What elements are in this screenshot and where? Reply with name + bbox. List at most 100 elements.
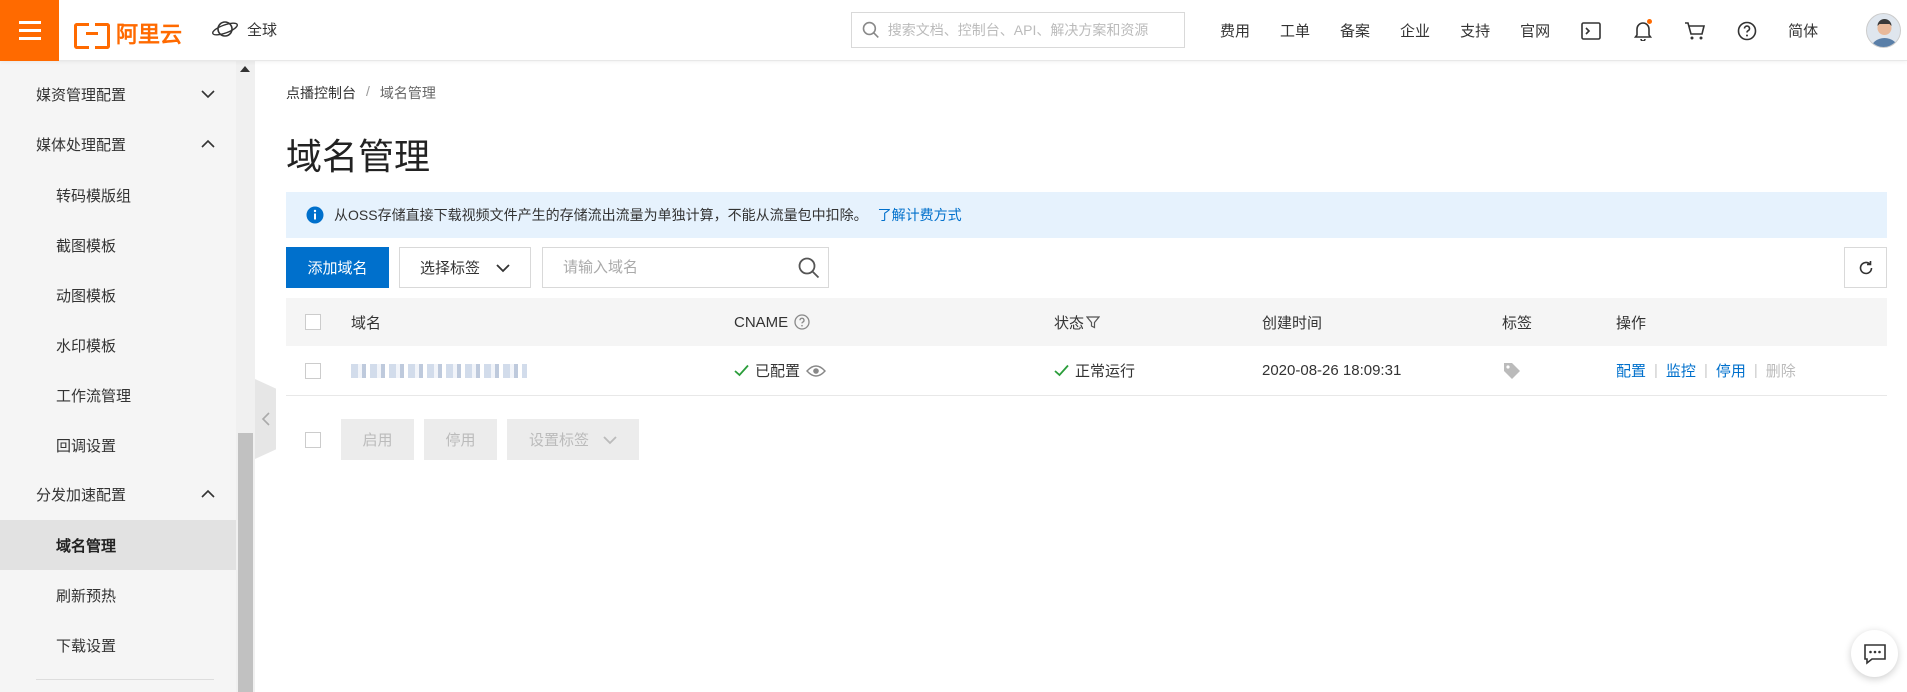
nav-billing[interactable]: 费用 (1205, 20, 1265, 41)
sidebar-group-media-processing[interactable]: 媒体处理配置 (0, 120, 236, 168)
tag-select[interactable]: 选择标签 (399, 247, 531, 288)
tag-select-label: 选择标签 (420, 260, 481, 277)
nav-support[interactable]: 支持 (1445, 20, 1505, 41)
sidebar-group-distribution[interactable]: 分发加速配置 (0, 470, 236, 518)
sidebar-item-gif-templates[interactable]: 动图模板 (0, 270, 236, 320)
monitor-link[interactable]: 监控 (1666, 360, 1696, 381)
globe-icon (212, 21, 238, 37)
disable-link[interactable]: 停用 (1716, 360, 1746, 381)
help-button[interactable] (1721, 0, 1773, 61)
page-title: 域名管理 (286, 136, 431, 177)
col-tag-label: 标签 (1502, 314, 1533, 332)
sidebar-item-callback-settings[interactable]: 回调设置 (0, 420, 236, 470)
sidebar-item-label: 动图模板 (56, 287, 117, 305)
sidebar-item-watermark-templates[interactable]: 水印模板 (0, 320, 236, 370)
cart-button[interactable] (1669, 0, 1721, 61)
language-switcher[interactable]: 简体 (1773, 20, 1833, 41)
batch-set-tag-button[interactable]: 设置标签 (507, 419, 639, 460)
filter-icon[interactable] (1086, 315, 1101, 329)
batch-enable-button[interactable]: 启用 (341, 419, 414, 460)
nav-tickets[interactable]: 工单 (1265, 20, 1325, 41)
domain-search (542, 247, 829, 288)
chevron-left-icon (261, 412, 270, 426)
sidebar-item-workflows[interactable]: 工作流管理 (0, 370, 236, 420)
ops-separator: | (1654, 362, 1658, 379)
batch-disable-button[interactable]: 停用 (424, 419, 497, 460)
select-all-checkbox[interactable] (305, 314, 321, 330)
check-icon (1054, 364, 1069, 377)
aliyun-logo-icon (74, 21, 110, 49)
nav-icp[interactable]: 备案 (1325, 20, 1385, 41)
col-status: 状态 (1054, 298, 1101, 346)
sidebar-item-label: 刷新预热 (56, 587, 117, 605)
ops-separator: | (1753, 362, 1758, 379)
status-cell: 正常运行 (1054, 346, 1135, 395)
blurred-domain-name[interactable] (351, 363, 527, 378)
row-checkbox[interactable] (305, 362, 321, 379)
refresh-icon (1859, 260, 1872, 274)
sidebar-collapse-toggle[interactable] (255, 379, 276, 459)
chat-support-button[interactable] (1851, 630, 1898, 677)
nav-enterprise[interactable]: 企业 (1385, 20, 1445, 41)
chat-icon (1863, 643, 1886, 665)
logo[interactable]: 阿里云 (74, 17, 182, 49)
sidebar-item-download-settings[interactable]: 下载设置 (0, 620, 236, 670)
sidebar-item-label: 水印模板 (56, 337, 117, 355)
sidebar-item-snapshot-templates[interactable]: 截图模板 (0, 220, 236, 270)
nav-official-site[interactable]: 官网 (1505, 20, 1565, 41)
breadcrumb: 点播控制台 / 域名管理 (286, 83, 436, 103)
chevron-down-icon (603, 435, 617, 444)
sidebar-item-domain-management[interactable]: 域名管理 (0, 520, 236, 570)
refresh-button[interactable] (1844, 247, 1887, 288)
ops-cell: 配置 | 监控 | 停用 | 删除 (1616, 346, 1796, 395)
row-select-cell (305, 346, 321, 395)
terminal-icon (1581, 21, 1601, 40)
sidebar-item-transcode-templates[interactable]: 转码模版组 (0, 170, 236, 220)
chevron-down-icon (496, 263, 510, 272)
col-created-label: 创建时间 (1262, 314, 1323, 332)
scrollbar-thumb[interactable] (238, 433, 253, 692)
batch-action-bar: 启用 停用 设置标签 (286, 419, 986, 460)
region-switcher[interactable]: 全球 (211, 18, 277, 40)
info-notice: 从OSS存储直接下载视频文件产生的存储流出流量为单独计算，不能从流量包中扣除。 … (286, 192, 1887, 238)
notification-button[interactable] (1617, 0, 1669, 61)
question-circle-icon[interactable] (794, 314, 810, 330)
breadcrumb-parent[interactable]: 点播控制台 (286, 83, 356, 103)
add-domain-button[interactable]: 添加域名 (286, 247, 389, 288)
col-cname: CNAME (734, 298, 810, 346)
sidebar-item-label: 域名管理 (56, 537, 117, 555)
sidebar-item-label: 工作流管理 (56, 387, 132, 405)
col-ops-label: 操作 (1616, 314, 1647, 332)
batch-select-checkbox[interactable] (305, 431, 321, 448)
delete-link[interactable]: 删除 (1766, 360, 1796, 381)
avatar[interactable] (1866, 13, 1901, 48)
tag-icon[interactable] (1502, 361, 1522, 381)
chevron-up-icon (201, 489, 215, 498)
breadcrumb-current: 域名管理 (379, 85, 436, 101)
created-time: 2020-08-26 18:09:31 (1262, 362, 1402, 379)
search-icon (862, 21, 879, 38)
menu-icon[interactable] (0, 0, 59, 61)
sidebar-scrollbar[interactable] (236, 61, 255, 692)
domain-search-input[interactable] (563, 259, 783, 276)
global-search[interactable] (851, 12, 1185, 48)
col-created: 创建时间 (1262, 298, 1322, 346)
top-nav: 费用 工单 备案 企业 支持 官网 简体 (1205, 0, 1833, 61)
col-domain-label: 域名 (351, 314, 382, 332)
cloud-shell-button[interactable] (1565, 0, 1617, 61)
col-domain: 域名 (351, 298, 381, 346)
sidebar-divider (36, 679, 214, 680)
global-search-input[interactable] (887, 22, 1174, 38)
billing-info-link[interactable]: 了解计费方式 (878, 205, 962, 225)
eye-icon[interactable] (806, 364, 826, 378)
config-link[interactable]: 配置 (1616, 360, 1646, 381)
chevron-up-icon (201, 139, 215, 148)
scroll-up-arrow-icon[interactable] (240, 66, 250, 72)
status-badge: 正常运行 (1075, 363, 1136, 380)
batch-select-cell (305, 419, 321, 460)
notice-text: 从OSS存储直接下载视频文件产生的存储流出流量为单独计算，不能从流量包中扣除。 (334, 207, 868, 223)
sidebar-group-media-assets[interactable]: 媒资管理配置 (0, 70, 236, 118)
sidebar-item-refresh-preload[interactable]: 刷新预热 (0, 570, 236, 620)
search-icon[interactable] (798, 257, 820, 279)
sidebar-item-label: 回调设置 (56, 437, 117, 455)
